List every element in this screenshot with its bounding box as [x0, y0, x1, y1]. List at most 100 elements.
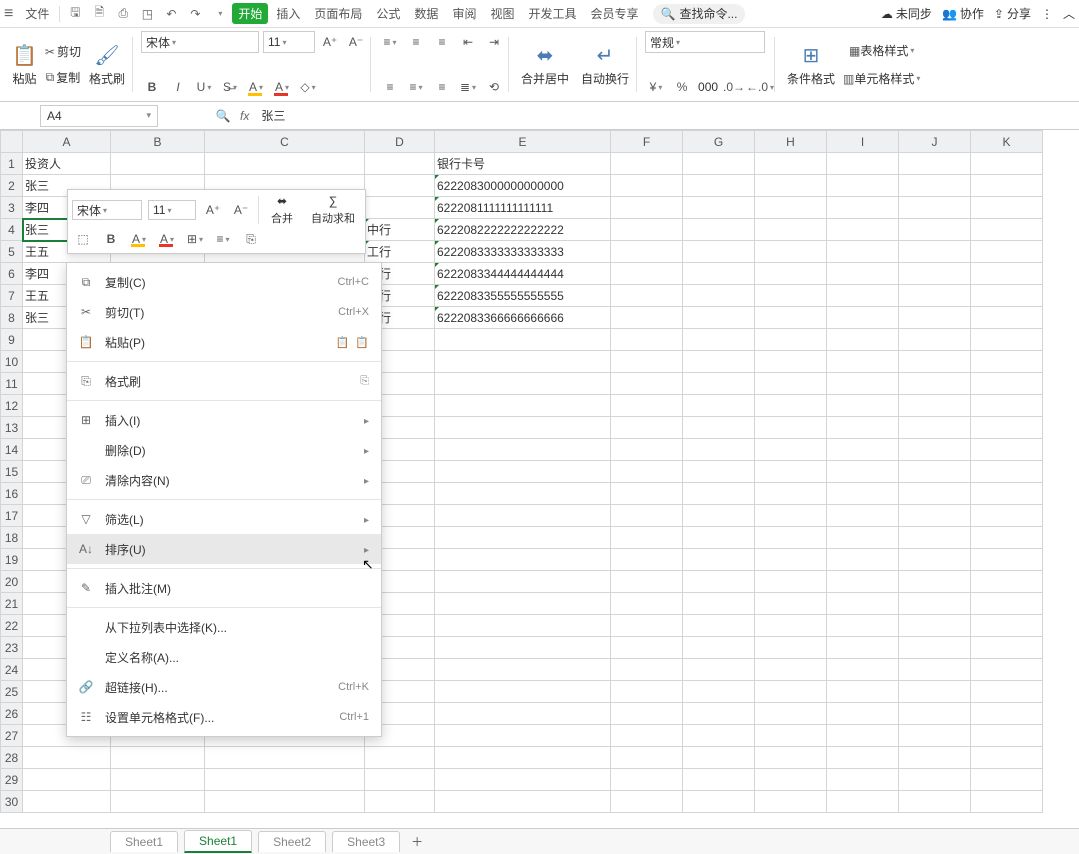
cell[interactable] [827, 549, 899, 571]
cell[interactable] [683, 659, 755, 681]
cell[interactable] [683, 395, 755, 417]
cell[interactable] [755, 527, 827, 549]
cell[interactable] [611, 197, 683, 219]
align-right-icon[interactable]: ≡ [431, 76, 453, 98]
copy-button[interactable]: ⧉复制 [45, 67, 81, 89]
cell[interactable] [365, 791, 435, 813]
cell[interactable] [683, 175, 755, 197]
mini-select-icon[interactable]: ⬚ [72, 229, 94, 249]
undo-icon[interactable]: ↶ [160, 3, 182, 25]
cell[interactable] [755, 615, 827, 637]
print-preview-icon[interactable]: ◳ [136, 3, 158, 25]
col-header-C[interactable]: C [205, 131, 365, 153]
cell[interactable] [435, 527, 611, 549]
cell[interactable] [971, 725, 1043, 747]
cell[interactable] [755, 703, 827, 725]
ctx-item[interactable]: ⎚清除内容(N) [67, 465, 381, 495]
col-header-I[interactable]: I [827, 131, 899, 153]
share-button[interactable]: ⇪ 分享 [994, 5, 1031, 22]
cell[interactable] [23, 791, 111, 813]
cell[interactable] [899, 637, 971, 659]
cell[interactable]: 6222083366666666666 [435, 307, 611, 329]
cell[interactable]: 工行 [365, 241, 435, 263]
cell[interactable] [365, 153, 435, 175]
cell[interactable] [111, 791, 205, 813]
ctx-item[interactable]: ⎘格式刷⎘ [67, 366, 381, 396]
cell[interactable] [899, 175, 971, 197]
cell[interactable] [611, 703, 683, 725]
row-header[interactable]: 27 [1, 725, 23, 747]
cell[interactable] [899, 681, 971, 703]
cell[interactable] [611, 307, 683, 329]
cell[interactable] [971, 351, 1043, 373]
cell[interactable] [827, 527, 899, 549]
cell[interactable] [611, 681, 683, 703]
cell[interactable] [755, 351, 827, 373]
mini-decrease-font-icon[interactable]: A⁻ [230, 200, 252, 220]
paste-button[interactable]: 📋 粘贴 [8, 41, 41, 89]
cell[interactable] [755, 439, 827, 461]
cell[interactable] [683, 197, 755, 219]
ctx-item[interactable]: 📋粘贴(P)📋 📋 [67, 327, 381, 357]
mini-font-select[interactable]: 宋体 [72, 200, 142, 220]
underline-button[interactable]: U [193, 76, 215, 98]
cell[interactable] [827, 373, 899, 395]
cell[interactable] [827, 703, 899, 725]
tab-view[interactable]: 视图 [484, 1, 520, 26]
tab-vip[interactable]: 会员专享 [584, 1, 644, 26]
cell[interactable] [755, 219, 827, 241]
cell[interactable] [971, 285, 1043, 307]
row-header[interactable]: 6 [1, 263, 23, 285]
cell[interactable] [755, 241, 827, 263]
cell[interactable] [435, 593, 611, 615]
cell[interactable] [205, 153, 365, 175]
cell[interactable]: 6222083344444444444 [435, 263, 611, 285]
conditional-format-button[interactable]: ⊞ 条件格式 [783, 41, 839, 89]
decrease-font-icon[interactable]: A⁻ [345, 31, 367, 53]
cell[interactable] [683, 527, 755, 549]
ctx-item[interactable]: ▽筛选(L) [67, 504, 381, 534]
mini-fill-color-button[interactable]: A [128, 229, 150, 249]
cell[interactable] [827, 747, 899, 769]
mini-bold-button[interactable]: B [100, 229, 122, 249]
number-format-select[interactable]: 常规 [645, 31, 765, 53]
cell[interactable] [827, 351, 899, 373]
cell[interactable] [899, 725, 971, 747]
tab-insert[interactable]: 插入 [270, 1, 306, 26]
name-box[interactable]: A4 [40, 105, 158, 127]
cell[interactable] [827, 175, 899, 197]
cell[interactable] [683, 769, 755, 791]
cell[interactable] [755, 175, 827, 197]
cell[interactable] [683, 219, 755, 241]
align-center-icon[interactable]: ≡ [405, 76, 427, 98]
cell[interactable]: 6222083355555555555 [435, 285, 611, 307]
cell[interactable] [899, 307, 971, 329]
cell[interactable] [971, 637, 1043, 659]
cell[interactable] [435, 395, 611, 417]
align-middle-icon[interactable]: ≡ [405, 31, 427, 53]
cell[interactable] [899, 395, 971, 417]
cell[interactable] [611, 637, 683, 659]
cell[interactable] [683, 241, 755, 263]
cell[interactable] [611, 593, 683, 615]
cell[interactable] [683, 615, 755, 637]
cell[interactable] [755, 263, 827, 285]
cell[interactable] [435, 505, 611, 527]
row-header[interactable]: 13 [1, 417, 23, 439]
align-left-icon[interactable]: ≡ [379, 76, 401, 98]
cell[interactable] [683, 285, 755, 307]
cell[interactable] [827, 219, 899, 241]
cell[interactable]: 银行卡号 [435, 153, 611, 175]
row-header[interactable]: 14 [1, 439, 23, 461]
cell[interactable] [755, 373, 827, 395]
cell[interactable] [899, 197, 971, 219]
cell[interactable] [683, 263, 755, 285]
row-header[interactable]: 1 [1, 153, 23, 175]
cell[interactable] [435, 549, 611, 571]
cell[interactable] [683, 703, 755, 725]
cell[interactable] [755, 285, 827, 307]
cell[interactable] [755, 417, 827, 439]
strikethrough-button[interactable]: S̶ [219, 76, 241, 98]
row-header[interactable]: 23 [1, 637, 23, 659]
cell[interactable] [435, 681, 611, 703]
